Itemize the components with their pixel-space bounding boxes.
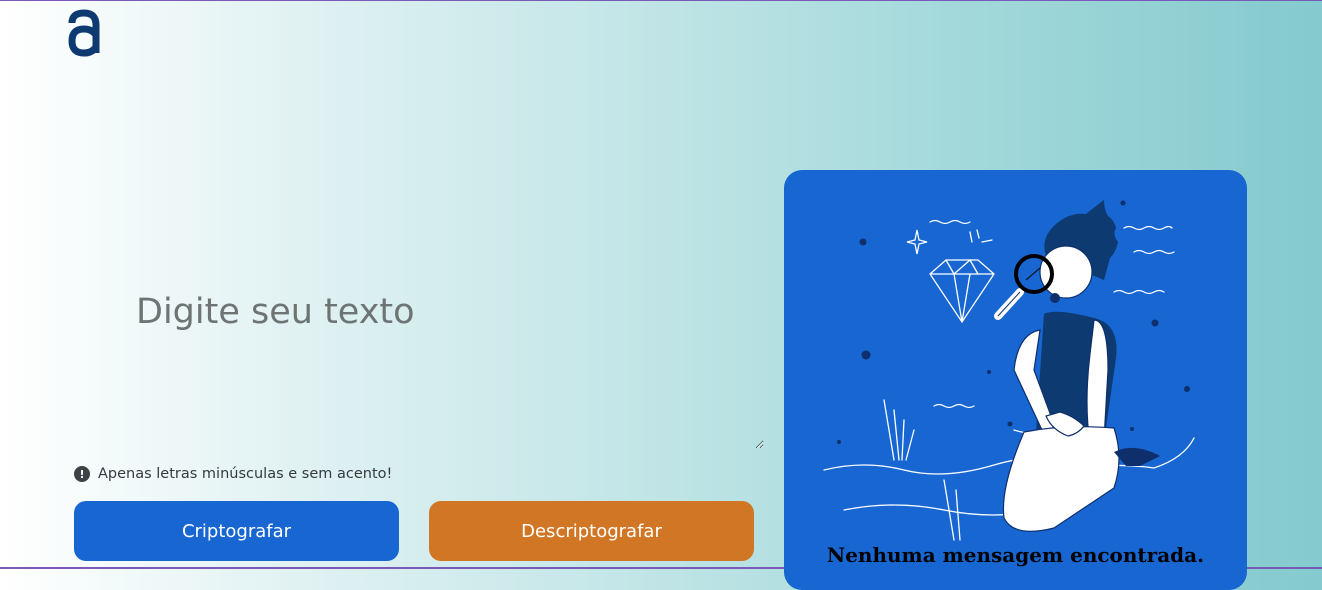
empty-message: Nenhuma mensagem encontrada. <box>826 543 1205 567</box>
encrypt-button[interactable]: Criptografar <box>74 501 399 561</box>
hint-text: Apenas letras minúsculas e sem acento! <box>98 466 393 482</box>
message-input[interactable] <box>118 273 764 449</box>
decrypt-button[interactable]: Descriptografar <box>429 501 754 561</box>
output-panel: Nenhuma mensagem encontrada. <box>784 170 1247 590</box>
person-with-magnifying-glass-illustration <box>823 200 1195 541</box>
exclamation-circle-icon: ! <box>74 466 90 482</box>
alura-logo-icon[interactable] <box>66 7 102 57</box>
input-hint: ! Apenas letras minúsculas e sem acento! <box>74 466 392 482</box>
